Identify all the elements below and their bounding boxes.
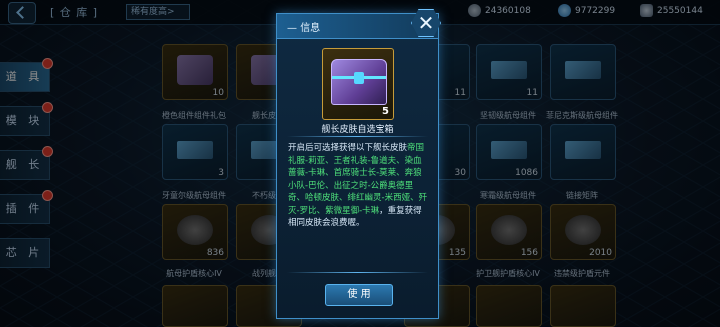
item-count: 5 xyxy=(382,106,389,117)
use-button[interactable]: 使 用 xyxy=(325,284,393,306)
divider xyxy=(287,272,428,273)
item-icon-box: 5 xyxy=(322,48,394,120)
dialog-title: — 信息 xyxy=(287,23,321,34)
item-name: 舰长皮肤自选宝箱 xyxy=(321,125,394,135)
chest-icon xyxy=(331,59,387,105)
divider xyxy=(287,136,428,137)
close-icon: ✕ xyxy=(417,11,435,35)
item-description: 开启后可选择获得以下舰长皮肤帝国礼服-莉亚、王者礼装-鲁道夫、染血蔷薇-卡琳、首… xyxy=(288,143,428,228)
info-dialog: — 信息 5 舰长皮肤自选宝箱 开启后可选择获得以下舰长皮肤帝国礼服-莉亚、王者… xyxy=(276,13,439,319)
close-button[interactable]: ✕ xyxy=(411,9,441,37)
